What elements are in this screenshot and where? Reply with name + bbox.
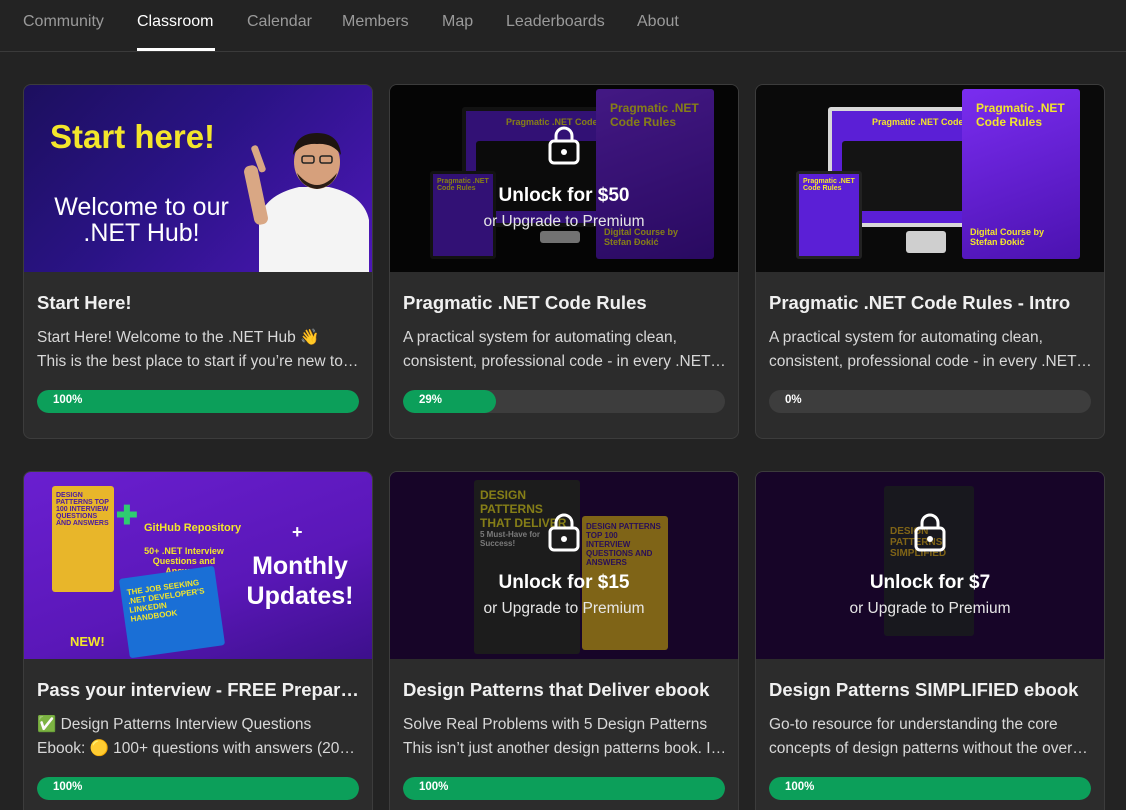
- instructor-photo: [244, 133, 369, 272]
- progress-fill: [37, 390, 359, 413]
- course-description: Start Here! Welcome to the .NET Hub 👋 Th…: [37, 326, 361, 374]
- course-thumbnail: DESIGN PATTERNS TOP 100 INTERVIEW QUESTI…: [24, 472, 372, 659]
- lock-icon: [548, 513, 580, 552]
- course-title: Design Patterns SIMPLIFIED ebook: [769, 679, 1079, 700]
- unlock-price: Unlock for $15: [498, 572, 630, 593]
- unlock-price: Unlock for $7: [869, 572, 991, 593]
- progress-label: 29%: [419, 394, 443, 406]
- tab-classroom[interactable]: Classroom: [137, 13, 213, 31]
- progress-label: 100%: [419, 781, 449, 793]
- course-description-line1: Solve Real Problems with 5 Design Patter…: [403, 716, 708, 733]
- course-card-design-patterns-simplified[interactable]: DESIGN PATTERNS SIMPLIFIED Unlock for $7…: [755, 471, 1105, 810]
- course-thumbnail: Start here! Welcome to our .NET Hub!: [24, 85, 372, 272]
- course-card-start-here[interactable]: Start here! Welcome to our .NET Hub! Sta…: [23, 84, 373, 439]
- active-tab-indicator: [137, 48, 215, 51]
- progress-bar: 100%: [37, 390, 359, 413]
- tab-leaderboards[interactable]: Leaderboards: [506, 13, 605, 31]
- course-description-line2: This is the best place to start if you’r…: [37, 353, 361, 370]
- tab-calendar[interactable]: Calendar: [247, 13, 312, 31]
- course-description: Go-to resource for understanding the cor…: [769, 713, 1093, 761]
- classroom-nav: Community Classroom Calendar Members Map…: [0, 0, 1126, 52]
- upgrade-premium-text: or Upgrade to Premium: [483, 213, 645, 230]
- course-title: Pragmatic .NET Code Rules: [403, 292, 647, 313]
- course-description: A practical system for automating clean,…: [769, 326, 1093, 374]
- progress-fill: [769, 777, 1091, 800]
- progress-label: 100%: [53, 781, 83, 793]
- upgrade-premium-text: or Upgrade to Premium: [849, 600, 1011, 617]
- progress-label: 0%: [785, 394, 802, 406]
- course-thumbnail: Pragmatic .NET Code Rules Pragmatic .NET…: [756, 85, 1104, 272]
- course-title: Design Patterns that Deliver ebook: [403, 679, 710, 700]
- progress-fill: [37, 777, 359, 800]
- upgrade-premium-text: or Upgrade to Premium: [483, 600, 645, 617]
- course-description-line1: Start Here! Welcome to the .NET Hub 👋: [37, 329, 320, 346]
- progress-fill: [403, 390, 497, 413]
- progress-label: 100%: [785, 781, 815, 793]
- course-description-line2: This isn’t just another design patterns …: [403, 740, 727, 757]
- course-card-pragmatic-code-rules-intro[interactable]: Pragmatic .NET Code Rules Pragmatic .NET…: [755, 84, 1105, 439]
- lock-icon: [914, 513, 946, 552]
- course-description-line1: ✅ Design Patterns Interview Questions: [37, 716, 312, 733]
- course-description-line1: A practical system for automating clean,: [769, 329, 1043, 346]
- course-description-line1: A practical system for automating clean,: [403, 329, 677, 346]
- tab-about[interactable]: About: [637, 13, 679, 31]
- tab-members[interactable]: Members: [342, 13, 409, 31]
- progress-bar: 100%: [769, 777, 1091, 800]
- progress-fill: [403, 777, 725, 800]
- course-thumbnail: DESIGN PATTERNS SIMPLIFIED Unlock for $7…: [756, 472, 1104, 659]
- lock-icon: [548, 126, 580, 165]
- course-card-design-patterns-deliver[interactable]: DESIGN PATTERNS THAT DELIVER 5 Must-Have…: [389, 471, 739, 810]
- tablet-mockup: Pragmatic .NET Code Rules: [796, 171, 862, 259]
- course-description: Solve Real Problems with 5 Design Patter…: [403, 713, 727, 761]
- monthly-text: Monthly: [252, 552, 348, 580]
- plus-sign: +: [292, 522, 303, 542]
- course-description-line2: Ebook: 🟡 100+ questions with answers (20…: [37, 740, 361, 757]
- course-description: A practical system for automating clean,…: [403, 326, 727, 374]
- progress-bar: 100%: [37, 777, 359, 800]
- course-description: ✅ Design Patterns Interview Questions Eb…: [37, 713, 361, 761]
- interview-ebook-cover: DESIGN PATTERNS TOP 100 INTERVIEW QUESTI…: [52, 486, 114, 592]
- course-card-pass-interview[interactable]: DESIGN PATTERNS TOP 100 INTERVIEW QUESTI…: [23, 471, 373, 810]
- new-badge: NEW!: [70, 634, 105, 649]
- progress-bar: 0%: [769, 390, 1091, 413]
- course-title: Start Here!: [37, 292, 132, 313]
- course-description-line2: consistent, professional code - in every…: [403, 353, 727, 370]
- course-card-pragmatic-code-rules[interactable]: Pragmatic .NET Code Rules Pragmatic .NET…: [389, 84, 739, 439]
- course-thumbnail: DESIGN PATTERNS THAT DELIVER 5 Must-Have…: [390, 472, 738, 659]
- progress-bar: 29%: [403, 390, 725, 413]
- course-box-mockup: Pragmatic .NET Code Rules Digital Course…: [962, 89, 1080, 259]
- locked-overlay: Unlock for $50 or Upgrade to Premium: [390, 85, 738, 272]
- course-title: Pragmatic .NET Code Rules - Intro: [769, 292, 1071, 313]
- course-description-line2: concepts of design patterns without the …: [769, 740, 1093, 757]
- progress-label: 100%: [53, 394, 83, 406]
- thumb-welcome-line1: Welcome to our: [54, 193, 229, 221]
- github-repo-title: GitHub Repository: [144, 522, 242, 534]
- thumb-headline: Start here!: [50, 118, 216, 155]
- updates-text: Updates!: [246, 582, 354, 610]
- locked-overlay: Unlock for $15 or Upgrade to Premium: [390, 472, 738, 659]
- course-description-line1: Go-to resource for understanding the cor…: [769, 716, 1058, 733]
- tab-map[interactable]: Map: [442, 13, 473, 31]
- tab-community[interactable]: Community: [23, 13, 104, 31]
- locked-overlay: Unlock for $7 or Upgrade to Premium: [756, 472, 1104, 659]
- course-description-line2: consistent, professional code - in every…: [769, 353, 1093, 370]
- plus-icon: ✚: [116, 500, 138, 530]
- thumb-welcome-line2: .NET Hub!: [83, 219, 200, 247]
- course-thumbnail: Pragmatic .NET Code Rules Pragmatic .NET…: [390, 85, 738, 272]
- unlock-price: Unlock for $50: [498, 185, 630, 206]
- progress-bar: 100%: [403, 777, 725, 800]
- course-title: Pass your interview - FREE Preparation: [37, 679, 361, 700]
- linkedin-ebook-cover: THE JOB SEEKING .NET DEVELOPER'S LINKEDI…: [118, 565, 226, 659]
